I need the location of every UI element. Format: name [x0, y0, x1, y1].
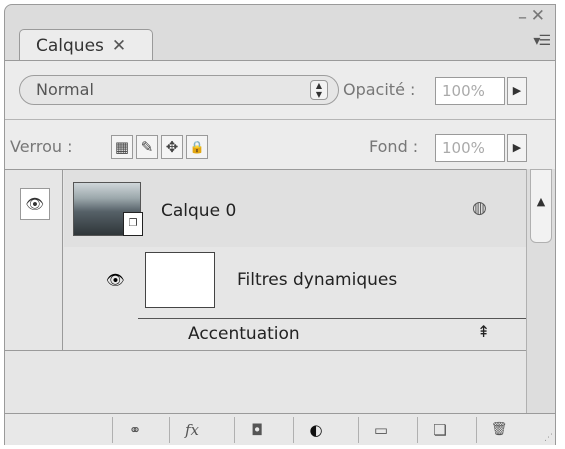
bottom-toolbar: ⚭ fx ◘ ◐ ▭ ❏ 🗑 ⋰	[5, 413, 555, 445]
opacity-label: Opacité :	[343, 80, 416, 99]
divider	[5, 119, 555, 120]
fill-arrow-button[interactable]: ▶	[507, 134, 527, 162]
layers-panel: – ✕ ▾☰ Calques ✕ Normal ▲ ▼ Opacité : 10…	[4, 4, 556, 445]
tab-close-icon[interactable]: ✕	[112, 36, 126, 56]
smart-filter-icon: ◍	[472, 198, 487, 218]
adjustment-layer-icon[interactable]: ◐	[293, 417, 338, 443]
opacity-arrow-button[interactable]: ▶	[507, 77, 527, 105]
lock-all-icon[interactable]: 🔒	[186, 135, 208, 159]
scrollbar[interactable]: ▲	[526, 169, 555, 413]
eye-icon[interactable]: 👁	[20, 188, 50, 220]
lock-move-icon[interactable]: ✥	[161, 135, 183, 159]
trash-icon[interactable]: 🗑	[476, 417, 521, 443]
fill-label: Fond :	[369, 137, 419, 156]
lock-label: Verrou :	[10, 137, 73, 156]
divider	[5, 350, 526, 351]
blend-mode-arrows-icon: ▲ ▼	[310, 80, 328, 100]
blend-mode-value: Normal	[36, 80, 94, 99]
panel-menu-icon[interactable]: ▾☰	[533, 33, 551, 49]
visibility-column: 👁	[5, 170, 63, 350]
blending-options-icon[interactable]: ⇞	[477, 322, 490, 341]
blend-mode-select[interactable]: Normal ▲ ▼	[19, 75, 339, 105]
tab-label: Calques	[36, 35, 104, 56]
options-area: Normal ▲ ▼ Opacité : 100% ▶ Verrou : ▦ ✎…	[5, 60, 555, 169]
add-mask-icon[interactable]: ◘	[234, 417, 279, 443]
new-group-icon[interactable]: ▭	[358, 417, 403, 443]
divider	[138, 318, 526, 319]
smart-filter-mask-thumbnail[interactable]	[145, 252, 215, 308]
link-layers-icon[interactable]: ⚭	[112, 417, 157, 443]
close-icon[interactable]: ✕	[531, 8, 545, 25]
smart-object-icon: ❐	[123, 212, 143, 236]
smart-filters-label[interactable]: Filtres dynamiques	[237, 270, 397, 290]
fx-icon[interactable]: fx	[169, 417, 214, 443]
opacity-input[interactable]: 100%	[435, 77, 505, 105]
minimize-icon[interactable]: –	[518, 7, 527, 28]
scroll-up-icon[interactable]: ▲	[530, 195, 552, 208]
smart-filters-eye-icon[interactable]: 👁	[106, 271, 125, 289]
filter-item[interactable]: Accentuation	[188, 324, 300, 344]
tab-layers[interactable]: Calques ✕	[19, 29, 153, 61]
layers-list: 👁 ❐ Calque 0 ◍ 👁 Filtres dynamiques Acce…	[5, 169, 526, 413]
lock-transparent-icon[interactable]: ▦	[111, 135, 133, 159]
fill-input[interactable]: 100%	[435, 134, 505, 162]
new-layer-icon[interactable]: ❏	[417, 417, 462, 443]
lock-brush-icon[interactable]: ✎	[136, 135, 158, 159]
layer-name[interactable]: Calque 0	[161, 201, 236, 221]
resize-grip-icon[interactable]: ⋰	[544, 433, 553, 443]
